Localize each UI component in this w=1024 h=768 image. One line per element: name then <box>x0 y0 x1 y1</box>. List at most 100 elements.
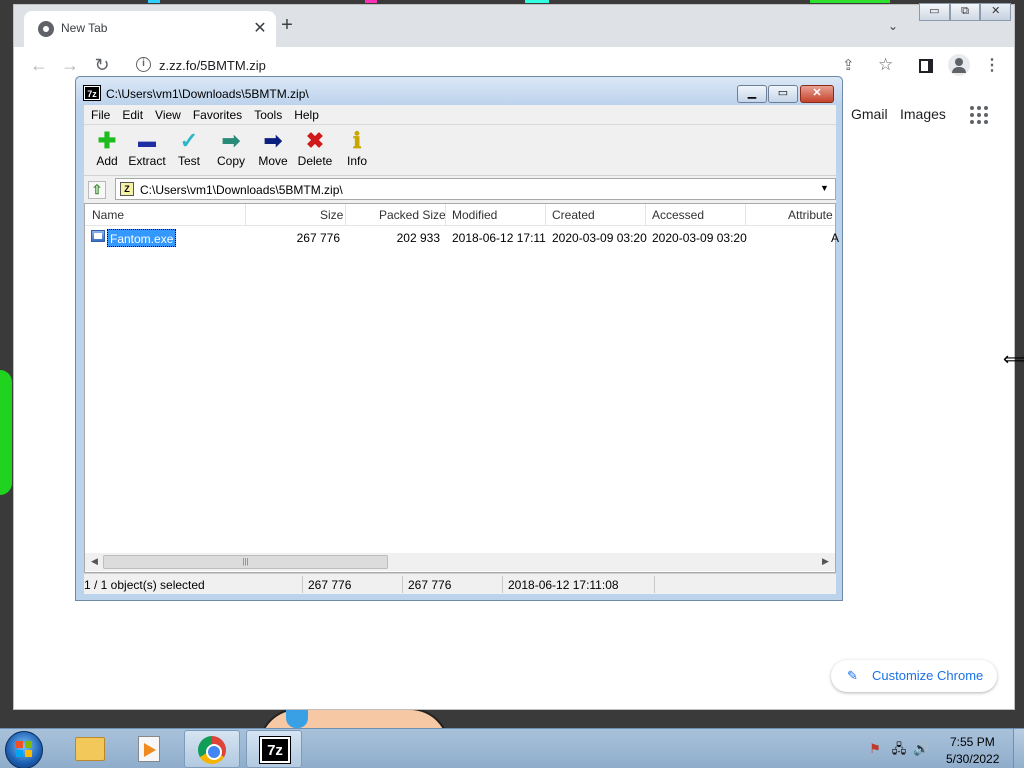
sevenzip-title: C:\Users\vm1\Downloads\5BMTM.zip\ <box>106 87 309 101</box>
menu-help[interactable]: Help <box>294 108 319 122</box>
menu-favorites[interactable]: Favorites <box>193 108 242 122</box>
start-button[interactable] <box>5 731 43 768</box>
side-panel-icon[interactable] <box>919 59 933 73</box>
google-apps-icon[interactable] <box>970 106 988 124</box>
menu-view[interactable]: View <box>155 108 181 122</box>
status-bar: 1 / 1 object(s) selected 267 776 267 776… <box>84 573 836 594</box>
status-selected: 1 / 1 object(s) selected <box>84 578 205 592</box>
test-button[interactable]: ✓ Test <box>166 128 212 174</box>
column-divider <box>445 204 446 226</box>
up-folder-icon[interactable]: ⇧ <box>88 181 106 199</box>
new-tab-button[interactable]: + <box>276 15 298 35</box>
sevenzip-minimize-button[interactable]: ▁ <box>737 85 767 103</box>
copy-button[interactable]: ➡ Copy <box>208 128 254 174</box>
folder-icon <box>75 737 105 761</box>
sevenzip-address-row: ⇧ Z C:\Users\vm1\Downloads\5BMTM.zip\ ▼ <box>84 177 836 203</box>
info-button[interactable]: ℹ Info <box>334 128 380 174</box>
tab-new-tab[interactable]: New Tab ✕ <box>24 11 276 47</box>
delete-button[interactable]: ✖ Delete <box>292 128 338 174</box>
wallpaper-fragment <box>365 0 377 3</box>
action-center-flag-icon[interactable]: ⚑ <box>867 741 883 757</box>
tab-search-chevron-icon[interactable]: ⌄ <box>888 19 898 33</box>
menu-tools[interactable]: Tools <box>254 108 282 122</box>
scroll-right-icon[interactable]: ▶ <box>822 556 829 567</box>
restore-button[interactable]: ⧉ <box>949 3 981 21</box>
column-divider <box>345 204 346 226</box>
taskbar-chrome[interactable] <box>184 730 240 768</box>
reload-icon[interactable]: ↻ <box>91 55 113 76</box>
minimize-button[interactable]: ▭ <box>919 3 950 21</box>
kebab-menu-icon[interactable]: ⋮ <box>984 55 1000 75</box>
forward-icon[interactable]: → <box>59 55 81 76</box>
windows-logo-icon <box>16 741 32 757</box>
column-created[interactable]: Created <box>552 208 595 222</box>
customize-chrome-label: Customize Chrome <box>872 668 984 683</box>
column-divider <box>645 204 646 226</box>
menu-edit[interactable]: Edit <box>122 108 143 122</box>
pencil-icon: ✎ <box>847 668 858 683</box>
column-divider <box>745 204 746 226</box>
extract-button[interactable]: ▬ Extract <box>124 128 170 174</box>
wallpaper-fragment <box>148 0 160 3</box>
scroll-thumb[interactable]: ||| <box>103 555 388 569</box>
file-list-header: Name Size Packed Size Modified Created A… <box>85 204 835 226</box>
sevenzip-window: 7z C:\Users\vm1\Downloads\5BMTM.zip\ ▁ ▭… <box>75 76 843 601</box>
window-controls: ▭ ⧉ ✕ <box>919 3 1012 21</box>
file-attributes: A <box>831 231 840 245</box>
gmail-link[interactable]: Gmail <box>851 106 888 122</box>
status-packed: 267 776 <box>408 578 452 592</box>
sevenzip-menubar: File Edit View Favorites Tools Help <box>84 105 836 125</box>
close-button[interactable]: ✕ <box>980 3 1012 21</box>
status-modified: 2018-06-12 17:11:08 <box>508 578 619 592</box>
media-player-icon <box>138 736 160 762</box>
chrome-favicon-icon <box>38 21 54 37</box>
sevenzip-titlebar[interactable]: 7z C:\Users\vm1\Downloads\5BMTM.zip\ ▁ ▭… <box>76 77 842 105</box>
wallpaper-character-detail <box>286 708 308 728</box>
horizontal-scrollbar[interactable]: ◀ ||| ▶ <box>85 553 835 571</box>
taskbar-media-player[interactable] <box>120 730 176 768</box>
customize-chrome-button[interactable]: ✎ Customize Chrome <box>831 660 997 692</box>
column-name[interactable]: Name <box>92 208 124 222</box>
exe-file-icon <box>91 230 105 242</box>
file-packed-size: 202 933 <box>396 231 440 245</box>
file-name-selected[interactable]: Fantom.exe <box>107 229 177 247</box>
path-combobox[interactable]: Z C:\Users\vm1\Downloads\5BMTM.zip\ ▼ <box>115 178 836 200</box>
show-desktop-button[interactable] <box>1013 729 1024 768</box>
clock-time[interactable]: 7:55 PM <box>950 735 995 749</box>
back-icon[interactable]: ← <box>28 55 50 76</box>
column-accessed[interactable]: Accessed <box>652 208 704 222</box>
taskbar-explorer[interactable] <box>61 730 117 768</box>
file-accessed: 2020-03-09 03:20 <box>652 231 747 245</box>
clock-date[interactable]: 5/30/2022 <box>946 752 999 766</box>
site-info-icon[interactable]: i <box>136 57 151 72</box>
delete-x-icon: ✖ <box>305 128 325 153</box>
sevenzip-maximize-button[interactable]: ▭ <box>768 85 798 103</box>
move-button[interactable]: ➡ Move <box>250 128 296 174</box>
status-divider <box>402 576 403 593</box>
file-created: 2020-03-09 03:20 <box>552 231 647 245</box>
extract-minus-icon: ▬ <box>138 131 156 151</box>
network-icon[interactable]: 🖧 <box>891 741 907 757</box>
share-icon[interactable]: ⇪ <box>842 56 855 74</box>
url-text[interactable]: z.zz.fo/5BMTM.zip <box>159 58 266 73</box>
bookmark-star-icon[interactable]: ☆ <box>878 55 893 75</box>
table-row[interactable]: Fantom.exe 267 776 202 933 2018-06-12 17… <box>85 228 839 248</box>
tab-title: New Tab <box>61 21 108 35</box>
menu-file[interactable]: File <box>91 108 110 122</box>
sevenzip-toolbar: ✚ Add ▬ Extract ✓ Test ➡ Copy ➡ Move ✖ D… <box>84 126 836 176</box>
column-size[interactable]: Size <box>320 208 343 222</box>
taskbar-7zip[interactable]: 7z <box>246 730 302 768</box>
file-modified: 2018-06-12 17:11 <box>452 231 546 245</box>
column-divider <box>545 204 546 226</box>
volume-icon[interactable]: 🔊 <box>913 741 929 757</box>
tab-close-icon[interactable]: ✕ <box>250 18 270 38</box>
images-link[interactable]: Images <box>900 106 946 122</box>
column-attributes[interactable]: Attribute <box>788 208 833 222</box>
profile-avatar-icon[interactable] <box>948 54 970 76</box>
scroll-left-icon[interactable]: ◀ <box>91 556 98 567</box>
column-modified[interactable]: Modified <box>452 208 497 222</box>
column-packed-size[interactable]: Packed Size <box>379 208 446 222</box>
tab-strip: New Tab ✕ + ⌄ ▭ ⧉ ✕ <box>14 3 1014 47</box>
sevenzip-close-button[interactable]: ✕ <box>800 85 834 103</box>
dropdown-arrow-icon[interactable]: ▼ <box>820 183 829 193</box>
